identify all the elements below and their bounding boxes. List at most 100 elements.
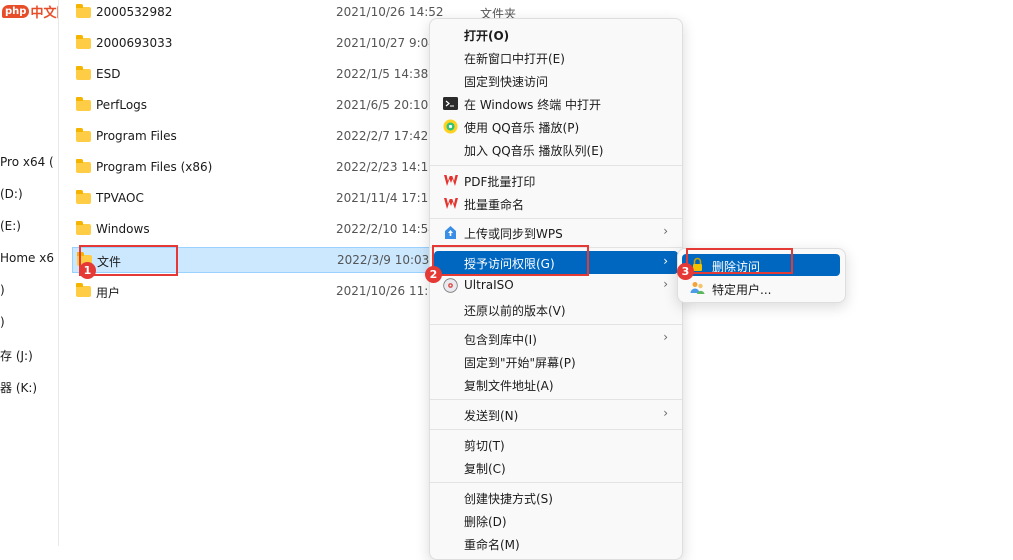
menu-item-create-shortcut[interactable]: 创建快捷方式(S) <box>434 486 678 509</box>
chevron-right-icon: › <box>663 406 668 420</box>
file-name: 2000693033 <box>96 36 173 50</box>
menu-item-label: 上传或同步到WPS <box>464 227 563 241</box>
file-date: 2021/11/4 17:17 <box>336 191 436 205</box>
menu-item-cut[interactable]: 剪切(T) <box>434 433 678 456</box>
menu-item-label: 包含到库中(I) <box>464 333 537 347</box>
menu-item-label: 打开(O) <box>464 29 510 43</box>
submenu-item-label: 特定用户... <box>712 283 772 297</box>
menu-item-include-library[interactable]: 包含到库中(I) › <box>434 327 678 350</box>
menu-item-label: 还原以前的版本(V) <box>464 304 566 318</box>
file-row[interactable]: Program Files (x86) 2022/2/23 14:13 <box>72 155 436 181</box>
terminal-icon <box>443 96 458 111</box>
menu-item-label: 创建快捷方式(S) <box>464 492 553 506</box>
chevron-right-icon: › <box>663 254 668 268</box>
file-row[interactable]: ESD 2022/1/5 14:38 <box>72 62 432 88</box>
users-icon <box>690 280 705 295</box>
file-name: TPVAOC <box>96 191 144 205</box>
menu-item-pin-quick-access[interactable]: 固定到快速访问 <box>434 69 678 92</box>
file-date: 2022/1/5 14:38 <box>336 67 429 81</box>
qq-music-icon <box>443 119 458 134</box>
menu-separator <box>430 324 682 325</box>
file-row[interactable]: Program Files 2022/2/7 17:42 <box>72 124 432 150</box>
menu-item-ultraiso[interactable]: UltraISO › <box>434 274 678 297</box>
menu-item-label: 剪切(T) <box>464 439 505 453</box>
nav-drive-h[interactable]: ) <box>0 315 5 329</box>
menu-item-pdf-batch-print[interactable]: PDF批量打印 <box>434 169 678 192</box>
menu-separator <box>430 165 682 166</box>
menu-item-qq-music-play[interactable]: 使用 QQ音乐 播放(P) <box>434 115 678 138</box>
nav-drive-j[interactable]: 存 (J:) <box>0 347 33 364</box>
menu-item-batch-rename[interactable]: 批量重命名 <box>434 192 678 215</box>
context-menu: 打开(O) 在新窗口中打开(E) 固定到快速访问 在 Windows 终端 中打… <box>429 18 683 560</box>
folder-icon <box>76 159 91 173</box>
file-name: 2000532982 <box>96 5 173 19</box>
php-cn-watermark-logo: php 中文网 <box>2 2 58 21</box>
nav-drive-home[interactable]: Home x6 <box>0 251 54 265</box>
file-row[interactable]: 用户 2021/10/26 11:2 <box>72 279 436 305</box>
folder-icon <box>76 190 91 204</box>
file-date: 2022/2/7 17:42 <box>336 129 429 143</box>
file-row[interactable]: PerfLogs 2021/6/5 20:10 <box>72 93 432 119</box>
menu-item-label: 批量重命名 <box>464 198 525 212</box>
file-date: 2021/6/5 20:10 <box>336 98 429 112</box>
logo-text: 中文网 <box>30 6 58 21</box>
folder-icon <box>76 4 91 18</box>
file-row[interactable]: TPVAOC 2021/11/4 17:17 <box>72 186 436 212</box>
menu-item-label: 复制文件地址(A) <box>464 379 554 393</box>
menu-item-open[interactable]: 打开(O) <box>434 23 678 46</box>
menu-item-label: 固定到快速访问 <box>464 75 549 89</box>
file-name: 用户 <box>96 286 121 300</box>
menu-item-label: 复制(C) <box>464 462 506 476</box>
menu-item-label: PDF批量打印 <box>464 175 536 189</box>
folder-icon <box>76 66 91 80</box>
folder-icon <box>76 283 91 297</box>
annotation-box-2 <box>432 245 589 276</box>
menu-separator <box>430 482 682 483</box>
file-row[interactable]: Windows 2022/2/10 14:54 <box>72 217 436 243</box>
folder-icon <box>76 35 91 49</box>
menu-item-label: UltraISO <box>464 278 514 292</box>
nav-drive-g[interactable]: ) <box>0 283 5 297</box>
file-date: 2021/10/26 11:2 <box>336 284 436 298</box>
menu-item-open-terminal[interactable]: 在 Windows 终端 中打开 <box>434 92 678 115</box>
menu-item-upload-wps[interactable]: 上传或同步到WPS › <box>434 221 678 244</box>
ultraiso-icon <box>443 278 458 293</box>
nav-drive-e[interactable]: (E:) <box>0 219 21 233</box>
menu-item-delete[interactable]: 删除(D) <box>434 509 678 532</box>
file-date: 2022/2/23 14:13 <box>336 160 436 174</box>
nav-drive-d[interactable]: (D:) <box>0 187 23 201</box>
navigation-pane: php 中文网 Pro x64 ( (D:) (E:) Home x6 ) ) … <box>0 0 59 546</box>
nav-drive-k[interactable]: 器 (K:) <box>0 379 37 396</box>
menu-item-restore-versions[interactable]: 还原以前的版本(V) <box>434 298 678 321</box>
menu-item-label: 使用 QQ音乐 播放(P) <box>464 121 580 135</box>
menu-item-copy-path[interactable]: 复制文件地址(A) <box>434 373 678 396</box>
file-date: 2022/3/9 10:03 <box>337 253 430 267</box>
file-name: Program Files (x86) <box>96 160 213 174</box>
menu-item-open-new-window[interactable]: 在新窗口中打开(E) <box>434 46 678 69</box>
menu-item-label: 加入 QQ音乐 播放队列(E) <box>464 144 604 158</box>
annotation-badge-3: 3 <box>677 263 694 280</box>
annotation-badge-1: 1 <box>79 262 96 279</box>
menu-item-rename[interactable]: 重命名(M) <box>434 532 678 555</box>
menu-item-label: 在新窗口中打开(E) <box>464 52 565 66</box>
menu-item-send-to[interactable]: 发送到(N) › <box>434 403 678 426</box>
submenu-item-specific-users[interactable]: 特定用户... <box>682 277 840 299</box>
menu-item-qq-music-queue[interactable]: 加入 QQ音乐 播放队列(E) <box>434 138 678 161</box>
file-row[interactable]: 2000532982 2021/10/26 14:52 文件夹 <box>72 0 516 26</box>
wps-icon <box>443 196 458 211</box>
folder-icon <box>76 97 91 111</box>
file-name: Windows <box>96 222 150 236</box>
menu-item-copy[interactable]: 复制(C) <box>434 456 678 479</box>
file-row[interactable]: 2000693033 2021/10/27 9:04 <box>72 31 436 57</box>
file-name: PerfLogs <box>96 98 148 112</box>
file-name: Program Files <box>96 129 177 143</box>
chevron-right-icon: › <box>663 224 668 238</box>
nav-drive-c[interactable]: Pro x64 ( <box>0 155 54 169</box>
menu-separator <box>430 429 682 430</box>
menu-separator <box>430 399 682 400</box>
menu-item-label: 发送到(N) <box>464 409 519 423</box>
menu-separator <box>430 218 682 219</box>
menu-item-label: 在 Windows 终端 中打开 <box>464 98 602 112</box>
menu-item-pin-start[interactable]: 固定到"开始"屏幕(P) <box>434 350 678 373</box>
chevron-right-icon: › <box>663 330 668 344</box>
